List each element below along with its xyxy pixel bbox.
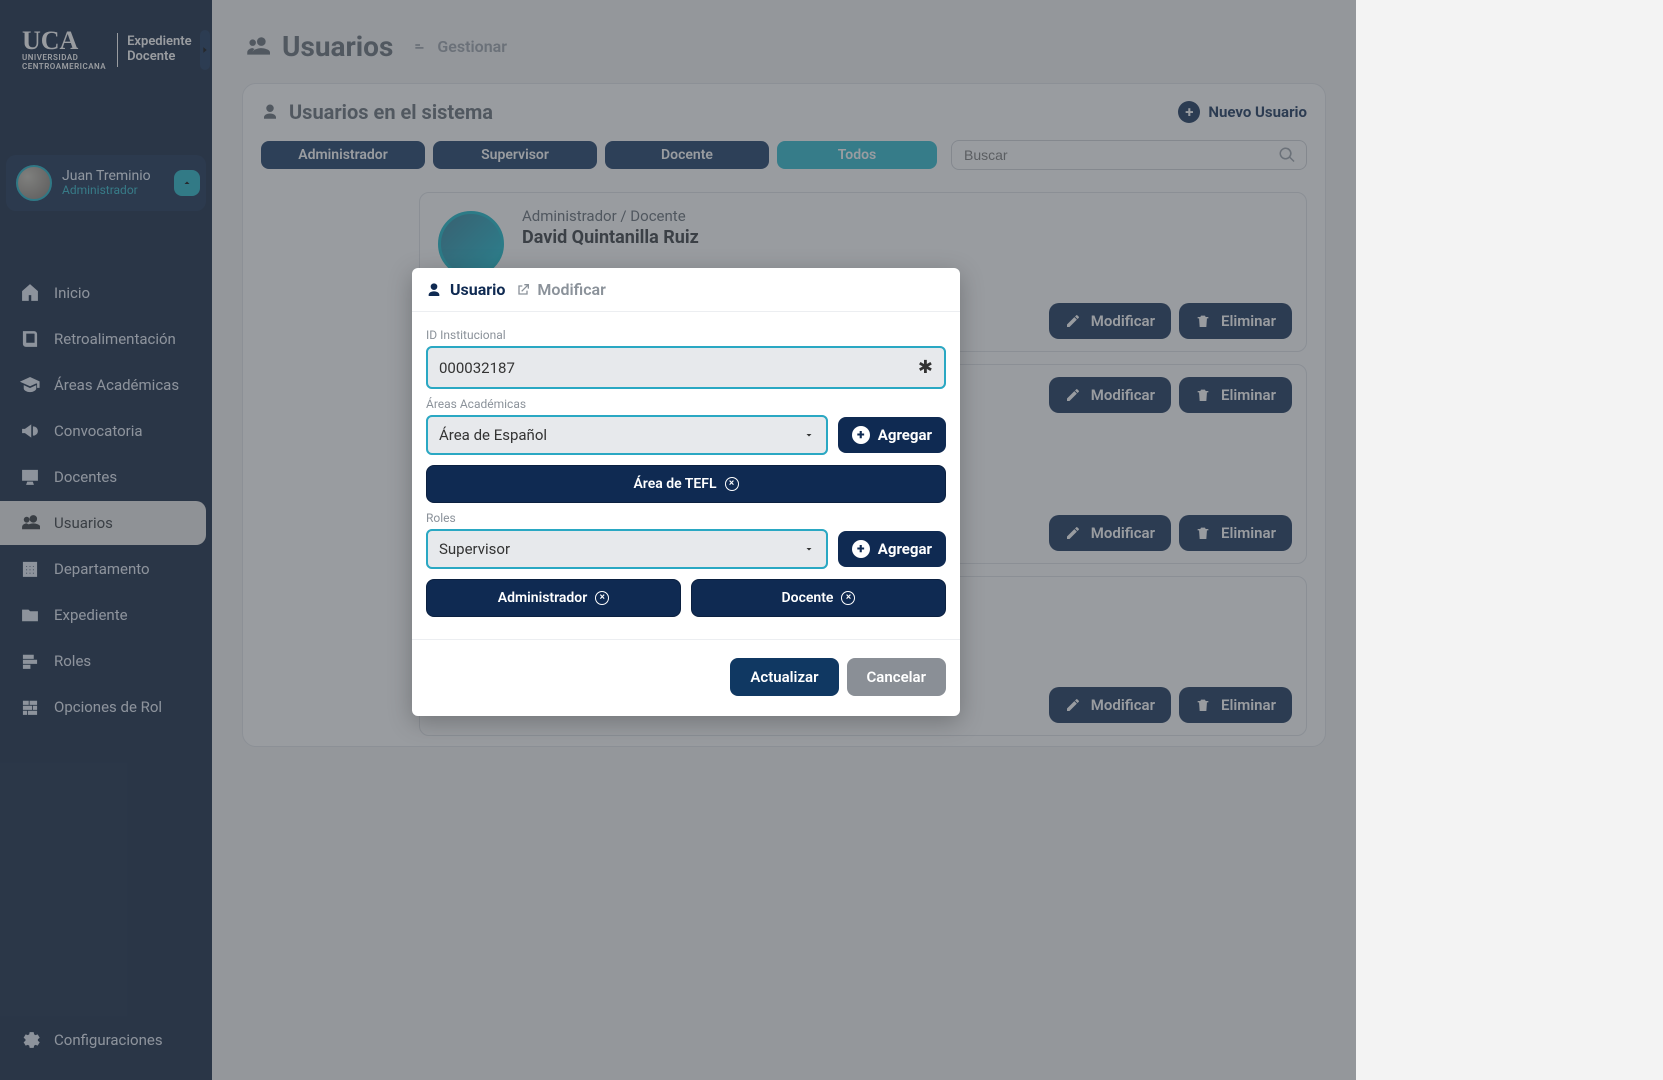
chevron-down-icon xyxy=(803,429,815,441)
add-label: Agregar xyxy=(878,426,932,444)
plus-icon: + xyxy=(852,426,870,444)
remove-icon[interactable]: × xyxy=(595,591,609,605)
update-button[interactable]: Actualizar xyxy=(730,658,838,696)
role-chip-label: Administrador xyxy=(498,590,588,606)
areas-label: Áreas Académicas xyxy=(426,397,946,411)
id-input[interactable]: 000032187 ✱ xyxy=(426,346,946,389)
asterisk-icon: ✱ xyxy=(918,357,933,378)
chevron-down-icon xyxy=(803,543,815,555)
area-chip-label: Área de TEFL xyxy=(633,476,716,492)
cancel-button[interactable]: Cancelar xyxy=(847,658,947,696)
add-label: Agregar xyxy=(878,540,932,558)
roles-selected: Supervisor xyxy=(439,540,510,558)
roles-select[interactable]: Supervisor xyxy=(426,529,828,569)
modal-title-text: Usuario xyxy=(450,280,505,299)
role-chip[interactable]: Administrador × xyxy=(426,579,681,617)
remove-icon[interactable]: × xyxy=(725,477,739,491)
user-icon xyxy=(426,282,442,298)
modify-user-modal: Usuario Modificar ID Institucional 00003… xyxy=(412,268,960,716)
plus-icon: + xyxy=(852,540,870,558)
remove-icon[interactable]: × xyxy=(841,591,855,605)
areas-selected: Área de Español xyxy=(439,426,547,444)
modal-subtitle: Modificar xyxy=(537,280,605,299)
role-chip-label: Docente xyxy=(782,590,834,606)
add-area-button[interactable]: + Agregar xyxy=(838,417,946,453)
modal-title: Usuario Modificar xyxy=(412,268,960,311)
external-icon xyxy=(515,282,531,298)
add-role-button[interactable]: + Agregar xyxy=(838,531,946,567)
roles-label: Roles xyxy=(426,511,946,525)
id-value: 000032187 xyxy=(439,359,515,377)
area-chip[interactable]: Área de TEFL × xyxy=(426,465,946,503)
role-chip[interactable]: Docente × xyxy=(691,579,946,617)
id-label: ID Institucional xyxy=(426,328,946,342)
areas-select[interactable]: Área de Español xyxy=(426,415,828,455)
